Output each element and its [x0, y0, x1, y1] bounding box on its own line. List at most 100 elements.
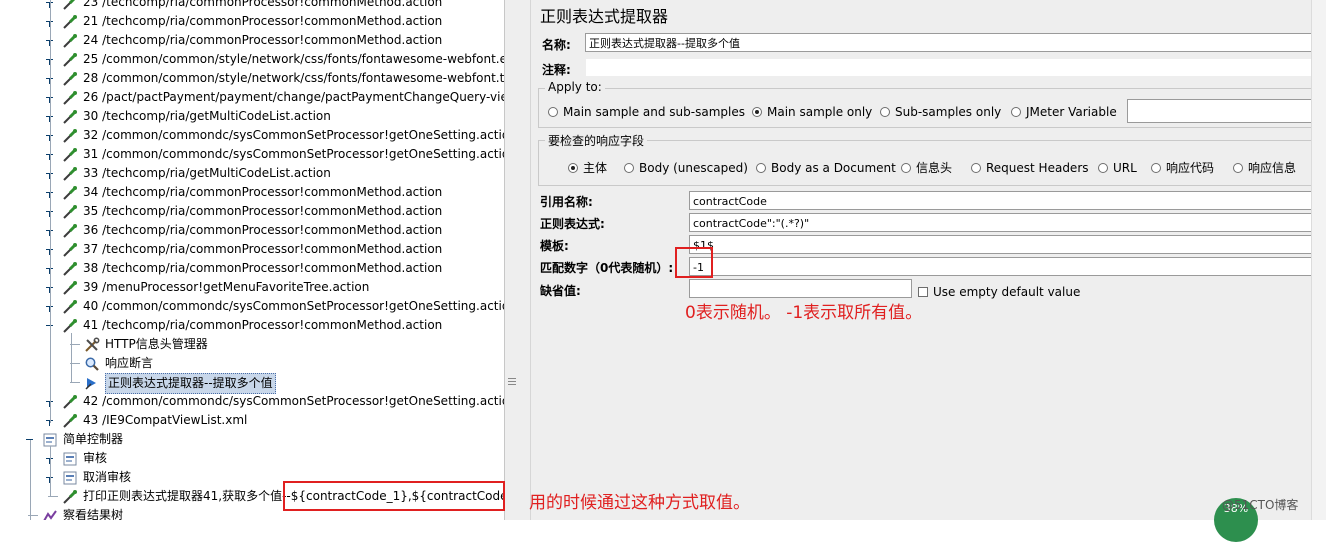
- default-value-label: 缺省值:: [540, 284, 581, 298]
- tree-node[interactable]: 43 /IE9CompatViewList.xml: [0, 411, 504, 430]
- vertical-scrollbar[interactable]: [1311, 0, 1326, 520]
- test-plan-tree[interactable]: 23 /techcomp/ria/commonProcessor!commonM…: [0, 0, 504, 520]
- tree-guide-line: [30, 440, 31, 520]
- tree-node[interactable]: 40 /common/commondc/sysCommonSetProcesso…: [0, 297, 504, 316]
- tree-node-label: 25 /common/common/style/network/css/font…: [83, 52, 504, 66]
- radio-dot-icon: [971, 163, 981, 173]
- tree-guide-line: [50, 446, 51, 496]
- tree-node-label: 简单控制器: [63, 432, 124, 446]
- tree-node-label: 42 /common/commondc/sysCommonSetProcesso…: [83, 394, 504, 408]
- tree-node[interactable]: 32 /common/commondc/sysCommonSetProcesso…: [0, 126, 504, 145]
- pipette-icon: [62, 166, 78, 182]
- field-check-title: 要检查的响应字段: [545, 132, 648, 149]
- tree-node[interactable]: 35 /techcomp/ria/commonProcessor!commonM…: [0, 202, 504, 221]
- pipette-icon: [62, 299, 78, 315]
- magnifier-icon: [84, 356, 100, 372]
- tree-node[interactable]: 响应断言: [0, 354, 504, 373]
- radio-sub-only[interactable]: Sub-samples only: [880, 103, 1001, 121]
- radio-dot-icon: [548, 107, 558, 117]
- tree-node[interactable]: 简单控制器: [0, 430, 504, 449]
- radio-dot-icon: [1011, 107, 1021, 117]
- tree-node-label: 24 /techcomp/ria/commonProcessor!commonM…: [83, 33, 443, 47]
- checkbox-icon: [918, 287, 928, 297]
- radio-response-code[interactable]: 响应代码: [1151, 159, 1214, 177]
- radio-dot-icon: [1098, 163, 1108, 173]
- radio-dot-icon: [756, 163, 766, 173]
- name-input[interactable]: 正则表达式提取器--提取多个值: [585, 33, 1312, 52]
- tree-node[interactable]: 39 /menuProcessor!getMenuFavoriteTree.ac…: [0, 278, 504, 297]
- tree-node[interactable]: 42 /common/commondc/sysCommonSetProcesso…: [0, 392, 504, 411]
- tree-node[interactable]: 38 /techcomp/ria/commonProcessor!commonM…: [0, 259, 504, 278]
- tree-node[interactable]: 23 /techcomp/ria/commonProcessor!commonM…: [0, 0, 504, 12]
- empty-default-checkbox[interactable]: Use empty default value: [918, 283, 1080, 301]
- pipette-icon: [62, 0, 78, 11]
- pipette-icon: [62, 109, 78, 125]
- radio-request-headers[interactable]: Request Headers: [971, 159, 1089, 177]
- apply-to-title: Apply to:: [545, 80, 605, 94]
- radio-dot-icon: [624, 163, 634, 173]
- tree-node[interactable]: 34 /techcomp/ria/commonProcessor!commonM…: [0, 183, 504, 202]
- tree-node-label: 23 /techcomp/ria/commonProcessor!commonM…: [83, 0, 443, 9]
- splitter-grip-icon[interactable]: [508, 378, 516, 386]
- tree-node[interactable]: 37 /techcomp/ria/commonProcessor!commonM…: [0, 240, 504, 259]
- match-number-label: 匹配数字（0代表随机）:: [540, 261, 674, 275]
- regex-extractor-panel: 正则表达式提取器 名称: 正则表达式提取器--提取多个值 注释: Apply t…: [529, 0, 1326, 520]
- tree-node[interactable]: 25 /common/common/style/network/css/font…: [0, 50, 504, 69]
- tree-node[interactable]: 31 /common/commondc/sysCommonSetProcesso…: [0, 145, 504, 164]
- tree-node[interactable]: 28 /common/common/style/network/css/font…: [0, 69, 504, 88]
- tree-node[interactable]: HTTP信息头管理器: [0, 335, 504, 354]
- tree-guide-line: [71, 333, 72, 383]
- usage-highlight: [283, 481, 505, 511]
- tree-node-label: 41 /techcomp/ria/commonProcessor!commonM…: [83, 318, 443, 332]
- page-title: 正则表达式提取器: [540, 7, 669, 26]
- radio-url[interactable]: URL: [1098, 159, 1137, 177]
- template-label: 模板:: [540, 239, 569, 253]
- tree-node-label: 28 /common/common/style/network/css/font…: [83, 71, 504, 85]
- tree-node-label: 39 /menuProcessor!getMenuFavoriteTree.ac…: [83, 280, 370, 294]
- tree-node-label: 响应断言: [105, 356, 154, 370]
- usage-annotation: 用的时候通过这种方式取值。: [529, 493, 750, 513]
- template-input[interactable]: $1$: [689, 235, 1312, 254]
- tree-node-label: 正则表达式提取器--提取多个值: [105, 373, 276, 394]
- radio-dot-icon: [1233, 163, 1243, 173]
- tree-node[interactable]: 26 /pact/pactPayment/payment/change/pact…: [0, 88, 504, 107]
- tree-node-label: 40 /common/commondc/sysCommonSetProcesso…: [83, 299, 504, 313]
- tree-node-label: 取消审核: [83, 470, 132, 484]
- radio-body[interactable]: 主体: [568, 159, 607, 177]
- radio-main-and-sub[interactable]: Main sample and sub-samples: [548, 103, 745, 121]
- tree-node-label: 35 /techcomp/ria/commonProcessor!commonM…: [83, 204, 443, 218]
- pipette-icon: [62, 261, 78, 277]
- regex-label: 正则表达式:: [540, 217, 605, 231]
- pipette-icon: [62, 33, 78, 49]
- tree-node[interactable]: 审核: [0, 449, 504, 468]
- radio-body-unescaped[interactable]: Body (unescaped): [624, 159, 748, 177]
- tree-node[interactable]: 36 /techcomp/ria/commonProcessor!commonM…: [0, 221, 504, 240]
- tree-node[interactable]: 33 /techcomp/ria/getMultiCodeList.action: [0, 164, 504, 183]
- watermark-text: @51CTO博客: [1222, 498, 1299, 512]
- pipette-icon: [62, 394, 78, 410]
- tree-node[interactable]: 正则表达式提取器--提取多个值: [0, 373, 504, 394]
- radio-headers[interactable]: 信息头: [901, 159, 952, 177]
- regex-input[interactable]: contractCode":"(.*?)": [689, 213, 1312, 232]
- radio-response-message[interactable]: 响应信息: [1233, 159, 1296, 177]
- radio-main-only[interactable]: Main sample only: [752, 103, 872, 121]
- tree-node-label: 38 /techcomp/ria/commonProcessor!commonM…: [83, 261, 443, 275]
- jmeter-variable-input[interactable]: [1127, 99, 1312, 123]
- tree-node[interactable]: 24 /techcomp/ria/commonProcessor!commonM…: [0, 31, 504, 50]
- controller-icon: [62, 451, 78, 467]
- comment-input[interactable]: [585, 58, 1312, 77]
- tree-node-label: 33 /techcomp/ria/getMultiCodeList.action: [83, 166, 331, 180]
- tree-node[interactable]: 41 /techcomp/ria/commonProcessor!commonM…: [0, 316, 504, 335]
- tree-node[interactable]: 21 /techcomp/ria/commonProcessor!commonM…: [0, 12, 504, 31]
- pane-divider: [518, 0, 531, 520]
- radio-jmeter-variable[interactable]: JMeter Variable: [1011, 103, 1117, 121]
- tree-node[interactable]: 30 /techcomp/ria/getMultiCodeList.action: [0, 107, 504, 126]
- arrow-icon: [84, 375, 100, 391]
- ref-name-input[interactable]: contractCode: [689, 191, 1312, 210]
- tree-node-label: 43 /IE9CompatViewList.xml: [83, 413, 248, 427]
- match-number-input[interactable]: -1: [689, 257, 1312, 276]
- tree-node-label: 察看结果树: [63, 508, 124, 520]
- radio-body-document[interactable]: Body as a Document: [756, 159, 896, 177]
- default-value-input[interactable]: [689, 279, 912, 298]
- pipette-icon: [62, 413, 78, 429]
